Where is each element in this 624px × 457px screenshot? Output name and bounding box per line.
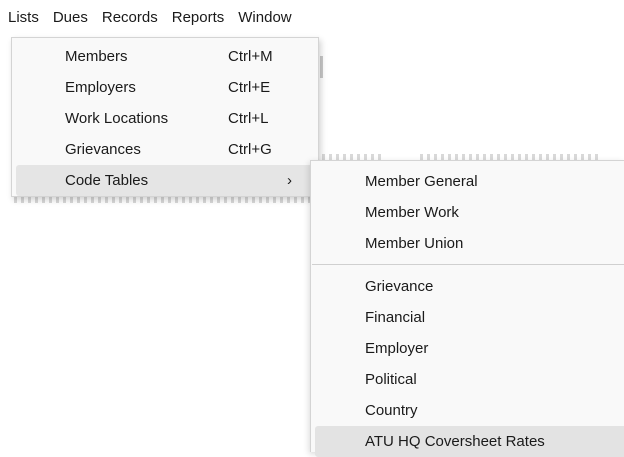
menu-item-members[interactable]: Members Ctrl+M [16, 41, 314, 72]
background-text-fragment [14, 197, 314, 203]
submenu-item-label: Country [365, 402, 418, 419]
menu-item-label: Members [65, 48, 128, 65]
background-divider [320, 56, 323, 78]
menu-item-shortcut: Ctrl+L [228, 110, 269, 127]
menu-item-code-tables[interactable]: Code Tables › [16, 165, 314, 196]
submenu-item-member-general[interactable]: Member General [315, 166, 624, 197]
submenu-item-label: Member Union [365, 235, 464, 252]
submenu-item-label: ATU HQ Coversheet Rates [365, 433, 545, 450]
submenu-item-employer[interactable]: Employer [315, 333, 624, 364]
menu-item-grievances[interactable]: Grievances Ctrl+G [16, 134, 314, 165]
code-tables-submenu: Member General Member Work Member Union … [310, 160, 624, 457]
submenu-item-label: Financial [365, 309, 426, 326]
menu-item-shortcut: Ctrl+E [228, 79, 271, 96]
menu-records[interactable]: Records [95, 0, 165, 36]
submenu-item-political[interactable]: Political [315, 364, 624, 395]
menu-separator [312, 264, 624, 265]
submenu-item-country[interactable]: Country [315, 395, 624, 426]
menu-item-shortcut: Ctrl+M [228, 48, 273, 65]
menu-item-shortcut: Ctrl+G [228, 141, 272, 158]
menu-bar: Lists Dues Records Reports Window [0, 0, 370, 36]
submenu-item-label: Member General [365, 173, 478, 190]
submenu-item-grievance[interactable]: Grievance [315, 271, 624, 302]
menu-item-employers[interactable]: Employers Ctrl+E [16, 72, 314, 103]
menu-item-label: Employers [65, 79, 136, 96]
submenu-item-atu-hq-coversheet-rates[interactable]: ATU HQ Coversheet Rates [315, 426, 624, 457]
menu-reports[interactable]: Reports [165, 0, 232, 36]
lists-dropdown-menu: Members Ctrl+M Employers Ctrl+E Work Loc… [11, 37, 319, 197]
submenu-item-label: Grievance [365, 278, 434, 295]
menu-item-label: Work Locations [65, 110, 169, 127]
menu-window[interactable]: Window [231, 0, 298, 36]
submenu-item-financial[interactable]: Financial [315, 302, 624, 333]
chevron-right-icon: › [287, 172, 292, 189]
menu-item-label: Code Tables [65, 172, 149, 189]
menu-lists[interactable]: Lists [0, 0, 46, 36]
submenu-item-label: Employer [365, 340, 429, 357]
submenu-item-label: Political [365, 371, 417, 388]
menu-dues[interactable]: Dues [46, 0, 95, 36]
menu-item-work-locations[interactable]: Work Locations Ctrl+L [16, 103, 314, 134]
submenu-item-member-work[interactable]: Member Work [315, 197, 624, 228]
menu-item-label: Grievances [65, 141, 141, 158]
submenu-item-label: Member Work [365, 204, 459, 221]
submenu-item-member-union[interactable]: Member Union [315, 228, 624, 259]
